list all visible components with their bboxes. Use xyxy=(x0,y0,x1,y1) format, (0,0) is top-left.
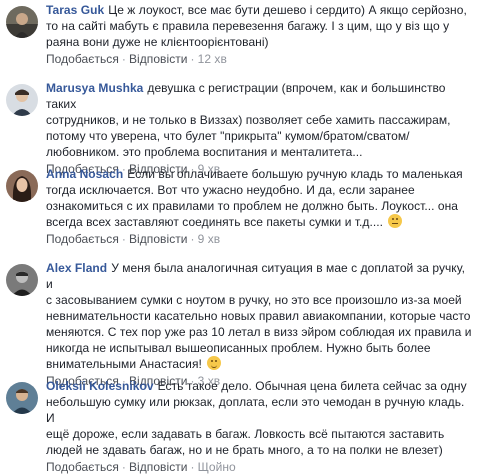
avatar[interactable] xyxy=(6,170,38,202)
tired-face-emoji-icon xyxy=(388,214,403,228)
comment-body: Oleksii Kolesnikov Есть такое дело. Обычн… xyxy=(46,378,474,474)
comment-body: Alex Fland У меня была аналогичная ситуац… xyxy=(46,260,474,388)
comment-body: Marusya Mushka девушка с регистрации (впр… xyxy=(46,80,474,176)
comment-text: Oleksii Kolesnikov Есть такое дело. Обычн… xyxy=(46,379,467,457)
like-link[interactable]: Подобається xyxy=(46,232,119,246)
comment-author[interactable]: Oleksii Kolesnikov xyxy=(46,379,154,393)
like-link[interactable]: Подобається xyxy=(46,460,119,474)
comment-time[interactable]: Щойно xyxy=(198,460,236,474)
reply-link[interactable]: Відповісти xyxy=(129,232,188,246)
avatar[interactable] xyxy=(6,264,38,296)
comment-author[interactable]: Marusya Mushka xyxy=(46,81,143,95)
reply-link[interactable]: Відповісти xyxy=(129,460,188,474)
comment-actions: Подобається · Відповісти · Щойно xyxy=(46,460,236,474)
avatar[interactable] xyxy=(6,382,38,414)
comment-text: Marusya Mushka девушка с регистрации (впр… xyxy=(46,81,451,159)
comment-actions: Подобається · Відповісти · 9 хв xyxy=(46,232,221,246)
comment-text: Anna Nosach Если вы оплачиваете большую р… xyxy=(46,167,463,229)
comment-time[interactable]: 9 хв xyxy=(198,232,221,246)
avatar[interactable] xyxy=(6,84,38,116)
reply-link[interactable]: Відповісти xyxy=(129,52,188,66)
comment-text: Alex Fland У меня была аналогичная ситуац… xyxy=(46,261,472,371)
comment-actions: Подобається · Відповісти · 12 хв xyxy=(46,52,227,66)
smile-emoji-icon xyxy=(207,356,222,370)
comment-text: Taras Guk Це ж лоукост, все має бути деше… xyxy=(46,3,467,49)
comment-author[interactable]: Anna Nosach xyxy=(46,167,123,181)
comment-time[interactable]: 12 хв xyxy=(198,52,227,66)
comment-author[interactable]: Taras Guk xyxy=(46,3,104,17)
comment-author[interactable]: Alex Fland xyxy=(46,261,107,275)
comment-list: Taras Guk Це ж лоукост, все має бути деше… xyxy=(0,0,480,474)
avatar[interactable] xyxy=(6,6,38,38)
like-link[interactable]: Подобається xyxy=(46,52,119,66)
comment-body: Taras Guk Це ж лоукост, все має бути деше… xyxy=(46,2,474,66)
comment-body: Anna Nosach Если вы оплачиваете большую р… xyxy=(46,166,474,246)
